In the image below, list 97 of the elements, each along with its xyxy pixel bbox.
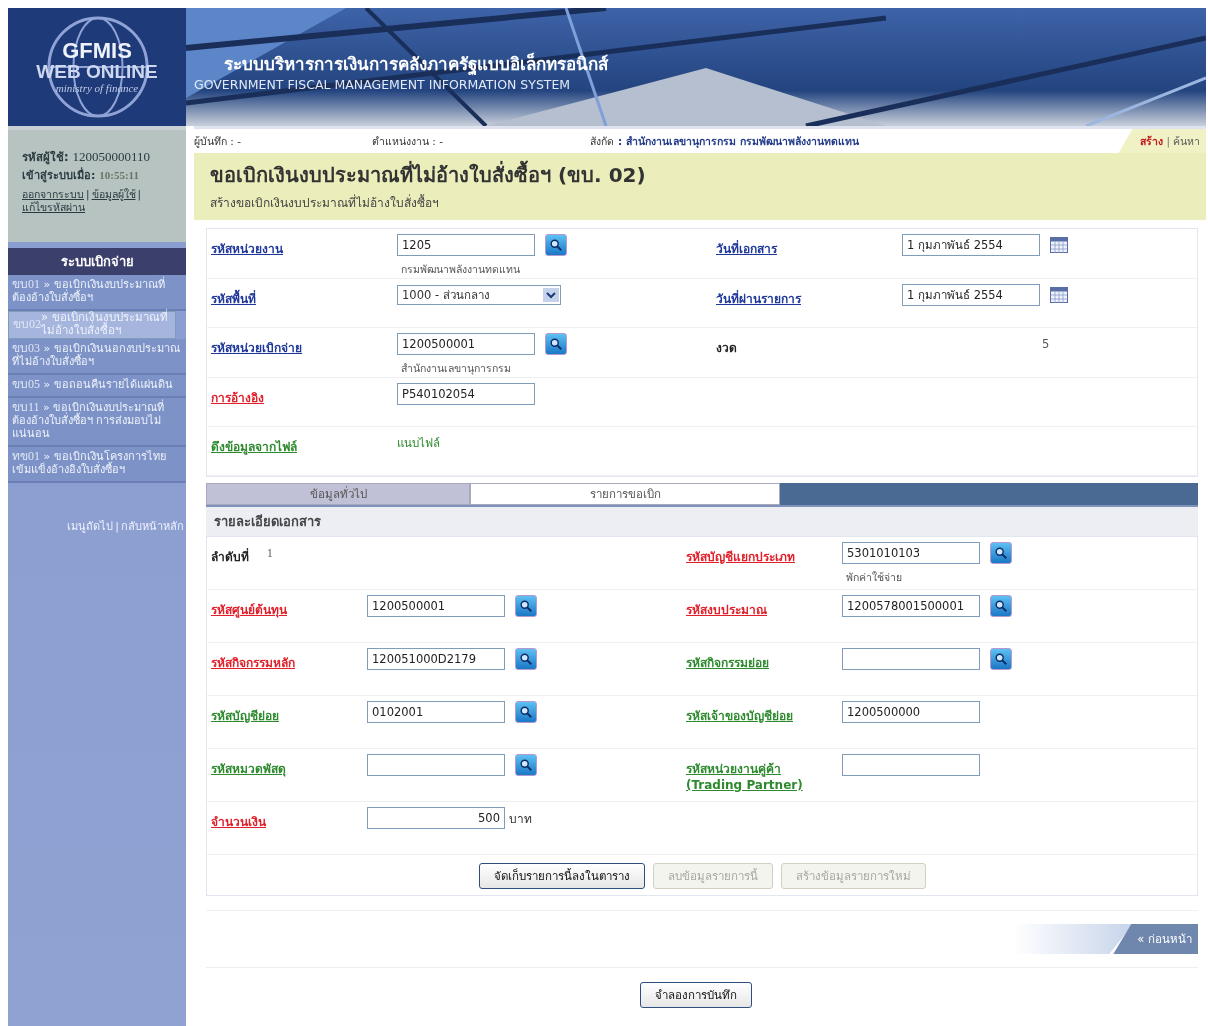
search-icon [549, 238, 563, 252]
dropdown[interactable]: 1000 - ส่วนกลาง [397, 285, 561, 305]
caption-text: ลำดับที่ [211, 547, 249, 566]
tab[interactable]: รายการขอเบิก [470, 483, 780, 505]
field-label[interactable]: รหัสพื้นที่ [211, 289, 256, 308]
field-label[interactable]: รหัสบัญชีย่อย [211, 706, 279, 725]
search-button[interactable] [515, 648, 537, 670]
user-id-label: รหัสผู้ใช้: [22, 150, 69, 164]
search-icon [549, 337, 563, 351]
search-button[interactable] [515, 595, 537, 617]
input-field[interactable]: 120051000D2179 [367, 648, 505, 670]
field-label[interactable]: รหัสหน่วยงานคู่ค้า (Trading Partner) [686, 759, 803, 792]
menu-item[interactable]: ขบ11 » ขอเบิกเงินงบประมาณที่ต้องอ้างใบสั่งซื้อฯ การส่งมอบไม่แน่นอน [8, 398, 186, 447]
input-field[interactable]: 5301010103 [842, 542, 980, 564]
field-label[interactable]: รหัสหน่วยเบิกจ่าย [211, 338, 302, 357]
note-text: พักค่าใช้จ่าย [845, 570, 903, 585]
tab[interactable]: ข้อมูลทั่วไป [206, 483, 470, 505]
search-button[interactable] [990, 542, 1012, 564]
date-field[interactable]: 1 กุมภาพันธ์ 2554 [902, 284, 1040, 306]
page-subtitle: สร้างขอเบิกเงินงบประมาณที่ไม่อ้างใบสั่งซื้อฯ [210, 193, 440, 212]
section-header: รายละเอียดเอกสาร [206, 505, 1198, 536]
field-label[interactable]: วันที่ผ่านรายการ [716, 289, 801, 308]
search-icon [519, 758, 533, 772]
attach-file-link[interactable]: แนบไฟล์ [397, 434, 440, 452]
search-button[interactable] [515, 754, 537, 776]
input-field[interactable]: 1200500001 [397, 333, 535, 355]
field-label[interactable]: รหัสเจ้าของบัญชีย่อย [686, 706, 793, 725]
user-link[interactable]: ออกจากระบบ [22, 188, 84, 201]
logo-text: GFMIS [62, 40, 132, 62]
field-label[interactable]: รหัสหน่วยงาน [211, 239, 283, 258]
search-button[interactable] [990, 595, 1012, 617]
action-button[interactable]: จัดเก็บรายการนี้ลงในตาราง [478, 863, 645, 889]
search-icon [519, 652, 533, 666]
mode-tab[interactable]: สร้าง [1140, 132, 1164, 150]
input-field[interactable]: 0102001 [367, 701, 505, 723]
affiliation-label: สังกัด [590, 133, 614, 149]
field-label[interactable]: รหัสบัญชีแยกประเภท [686, 547, 795, 566]
menu-item[interactable]: ทข01 » ขอเบิกเงินโครงการไทยเข้มแข็งอ้างอิงใบสั่งซื้อฯ [8, 447, 186, 483]
input-field[interactable]: 1200500000 [842, 701, 980, 723]
menu-item[interactable]: ขบ05 » ขอถอนคืนรายได้แผ่นดิน [8, 375, 186, 398]
separator-text: | [137, 188, 142, 201]
field-label[interactable]: จำนวนเงิน [211, 812, 266, 831]
field-label[interactable]: วันที่เอกสาร [716, 239, 777, 258]
input-field[interactable] [842, 648, 980, 670]
system-title: ระบบบริหารการเงินการคลังภาครัฐแบบอิเล็กทรอนิกส์ [224, 52, 610, 77]
search-button[interactable] [990, 648, 1012, 670]
previous-page-link[interactable]: « ก่อนหน้า [1113, 924, 1198, 954]
field-label[interactable]: รหัสกิจกรรมย่อย [686, 653, 769, 672]
input-field[interactable]: P540102054 [397, 383, 535, 405]
note-text: สำนักงานเลขานุการกรม [400, 361, 512, 377]
field-label[interactable]: การอ้างอิง [211, 388, 264, 407]
field-label[interactable]: รหัสกิจกรรมหลัก [211, 653, 295, 672]
search-icon [519, 705, 533, 719]
date-field[interactable]: 1 กุมภาพันธ์ 2554 [902, 234, 1040, 256]
menu-item[interactable]: ขบ01 » ขอเบิกเงินงบประมาณที่ต้องอ้างใบสั่งซื้อฯ [8, 275, 186, 311]
user-link[interactable]: แก้ไขรหัสผ่าน [22, 201, 85, 214]
search-button[interactable] [515, 701, 537, 723]
caption-text: งวด [716, 340, 737, 357]
amount-field[interactable]: 500 [367, 807, 505, 829]
field-label[interactable]: รหัสงบประมาณ [686, 600, 767, 619]
calendar-icon[interactable] [1050, 287, 1068, 303]
field-label[interactable]: รหัสศูนย์ต้นทุน [211, 600, 287, 619]
field-label[interactable]: ดึงข้อมูลจากไฟล์ [211, 437, 297, 456]
affiliation-text: : สำนักงานเลขานุการกรม กรมพัฒนาพลังงานทดแทน [618, 133, 859, 150]
search-button[interactable] [545, 333, 567, 355]
search-icon [519, 599, 533, 613]
field-label[interactable]: รหัสหมวดพัสดุ [211, 759, 286, 778]
system-subtitle: GOVERNMENT FISCAL MANAGEMENT INFORMATION SYSTEM [194, 77, 572, 92]
separator-text: | [115, 520, 119, 533]
login-time: 10:55:11 [99, 169, 139, 181]
simulate-save-button[interactable]: จำลองการบันทึก [640, 982, 752, 1008]
input-field[interactable] [842, 754, 980, 776]
search-icon [994, 599, 1008, 613]
value-text: 5 [1041, 337, 1050, 351]
page-title: ขอเบิกเงินงบประมาณที่ไม่อ้างใบสั่งซื้อฯ (ขบ. 02) [210, 159, 1190, 191]
user-link[interactable]: ข้อมูลผู้ใช้ [91, 188, 136, 201]
separator-text: | [1166, 135, 1170, 147]
caret-icon [543, 288, 559, 302]
search-icon [994, 546, 1008, 560]
mode-tab[interactable]: ค้นหา [1173, 132, 1200, 150]
user-id: 120050000110 [72, 149, 150, 164]
input-field[interactable]: 1200500001 [367, 595, 505, 617]
unit-text: บาท [509, 810, 532, 828]
calendar-icon[interactable] [1050, 237, 1068, 253]
value-text: 1 [267, 547, 273, 559]
input-field[interactable] [367, 754, 505, 776]
input-field[interactable]: 1205 [397, 234, 535, 256]
search-icon [994, 652, 1008, 666]
input-field[interactable]: 1200578001500001 [842, 595, 980, 617]
search-button[interactable] [545, 234, 567, 256]
menu-title: ระบบเบิกจ่าย [8, 248, 186, 275]
separator-text: | [86, 188, 90, 201]
login-time-label: เข้าสู่ระบบเมื่อ: [22, 169, 96, 182]
recorder-text: ผู้บันทึก : - [194, 133, 242, 150]
note-text: กรมพัฒนาพลังงานทดแทน [400, 262, 521, 277]
menu-item[interactable]: ขบ03 » ขอเบิกเงินนอกงบประมาณที่ไม่อ้างใบสั่งซื้อฯ [8, 339, 186, 375]
position-text: ตำแหน่งงาน : - [372, 133, 444, 149]
